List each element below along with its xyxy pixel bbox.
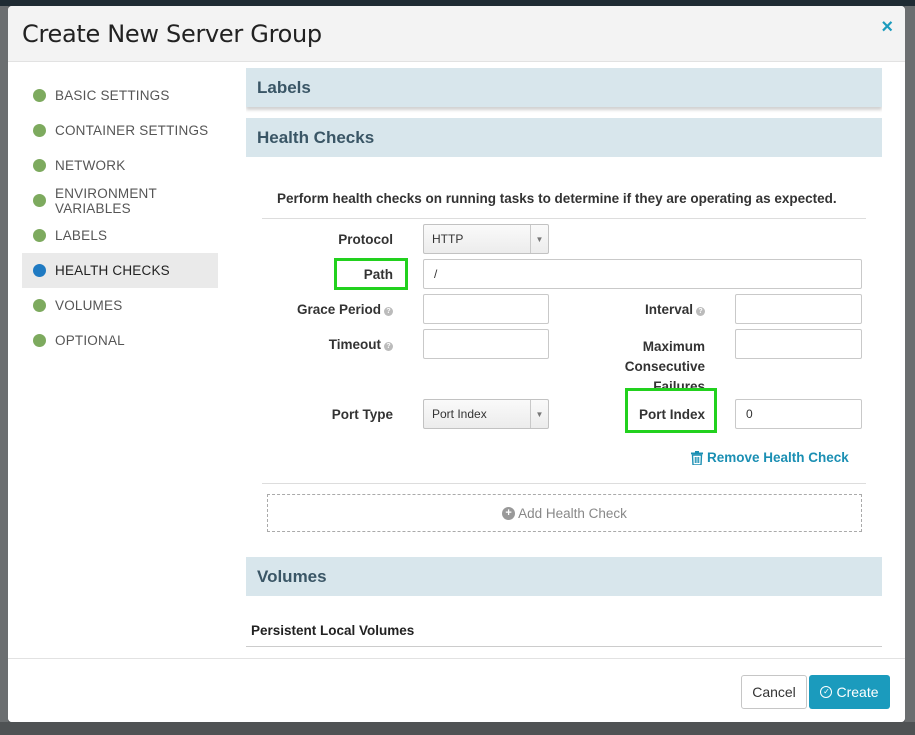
grace-period-input[interactable] — [423, 294, 549, 324]
modal-content: Labels Health Checks Perform health chec… — [246, 68, 882, 658]
health-checks-description: Perform health checks on running tasks t… — [277, 191, 837, 206]
status-dot-icon — [33, 124, 46, 137]
modal-title: Create New Server Group — [22, 20, 322, 48]
help-icon[interactable]: ? — [384, 342, 393, 351]
sidebar-item-optional[interactable]: OPTIONAL — [22, 323, 218, 358]
status-dot-icon — [33, 229, 46, 242]
sidebar-item-volumes[interactable]: VOLUMES — [22, 288, 218, 323]
dropdown-caret-icon: ▼ — [530, 400, 548, 428]
create-server-group-modal: Create New Server Group × BASIC SETTINGS… — [8, 6, 905, 722]
timeout-label-text: Timeout — [328, 337, 381, 352]
labels-section-heading: Labels — [246, 68, 882, 107]
volumes-section-heading: Volumes — [246, 557, 882, 596]
sidebar-item-network[interactable]: NETWORK — [22, 148, 218, 183]
backdrop-right — [905, 6, 915, 735]
status-dot-icon — [33, 264, 46, 277]
sidebar-item-label: NETWORK — [55, 158, 126, 173]
close-icon[interactable]: × — [881, 16, 893, 39]
label-line: Maximum — [642, 339, 705, 354]
cancel-button[interactable]: Cancel — [741, 675, 807, 709]
sidebar-item-health-checks[interactable]: HEALTH CHECKS — [22, 253, 218, 288]
plus-circle-icon: + — [502, 506, 516, 520]
sidebar-item-label: ENVIRONMENT VARIABLES — [55, 185, 157, 216]
port-type-label: Port Type — [331, 407, 393, 422]
interval-input[interactable] — [735, 294, 862, 324]
port-type-value: Port Index — [432, 407, 487, 421]
divider — [262, 218, 866, 219]
port-type-select[interactable]: Port Index ▼ — [423, 399, 549, 429]
dropdown-caret-icon: ▼ — [530, 225, 548, 253]
path-input[interactable]: / — [423, 259, 862, 289]
remove-health-check-link[interactable]: Remove Health Check — [691, 450, 849, 465]
add-health-check-button[interactable]: + Add Health Check — [267, 494, 862, 532]
persistent-local-volumes-heading: Persistent Local Volumes — [251, 623, 415, 638]
backdrop-bottom — [0, 722, 915, 735]
sidebar-item-label: OPTIONAL — [55, 333, 125, 348]
trash-icon — [691, 450, 703, 465]
divider — [262, 483, 866, 484]
status-dot-icon — [33, 194, 46, 207]
interval-label: Interval? — [626, 302, 705, 317]
status-dot-icon — [33, 89, 46, 102]
create-button[interactable]: ✓ Create — [809, 675, 890, 709]
grace-period-label: Grace Period? — [276, 302, 393, 317]
max-consecutive-failures-input[interactable] — [735, 329, 862, 359]
sidebar-item-label: BASIC SETTINGS — [55, 88, 170, 103]
wizard-sidebar: BASIC SETTINGS CONTAINER SETTINGS NETWOR… — [22, 78, 218, 358]
interval-label-text: Interval — [644, 302, 693, 317]
sidebar-item-container-settings[interactable]: CONTAINER SETTINGS — [22, 113, 218, 148]
check-circle-icon: ✓ — [820, 686, 833, 698]
modal-header: Create New Server Group × — [8, 6, 905, 62]
sidebar-item-basic-settings[interactable]: BASIC SETTINGS — [22, 78, 218, 113]
protocol-label: Protocol — [338, 232, 393, 247]
status-dot-icon — [33, 334, 46, 347]
sidebar-item-label: CONTAINER SETTINGS — [55, 123, 209, 138]
protocol-select[interactable]: HTTP ▼ — [423, 224, 549, 254]
backdrop-left — [0, 6, 8, 735]
sidebar-item-label: LABELS — [55, 228, 108, 243]
grace-period-label-text: Grace Period — [296, 302, 381, 317]
sidebar-item-label: HEALTH CHECKS — [55, 263, 170, 278]
status-dot-icon — [33, 159, 46, 172]
protocol-value: HTTP — [432, 232, 464, 246]
sidebar-item-labels[interactable]: LABELS — [22, 218, 218, 253]
add-health-check-label: Add Health Check — [518, 505, 627, 521]
path-label: Path — [363, 267, 393, 282]
status-dot-icon — [33, 299, 46, 312]
help-icon[interactable]: ? — [384, 307, 393, 316]
port-index-label: Port Index — [638, 407, 705, 422]
divider — [246, 646, 882, 647]
remove-health-check-label: Remove Health Check — [707, 450, 849, 465]
sidebar-item-environment-variables[interactable]: ENVIRONMENT VARIABLES — [22, 183, 218, 218]
create-button-label: Create — [836, 684, 879, 700]
timeout-label: Timeout? — [276, 337, 393, 352]
sidebar-item-label: VOLUMES — [55, 298, 123, 313]
help-icon[interactable]: ? — [696, 307, 705, 316]
modal-footer: Cancel ✓ Create — [8, 658, 905, 722]
timeout-input[interactable] — [423, 329, 549, 359]
health-checks-section-heading: Health Checks — [246, 118, 882, 157]
port-index-input[interactable]: 0 — [735, 399, 862, 429]
label-line: Consecutive — [624, 359, 705, 374]
